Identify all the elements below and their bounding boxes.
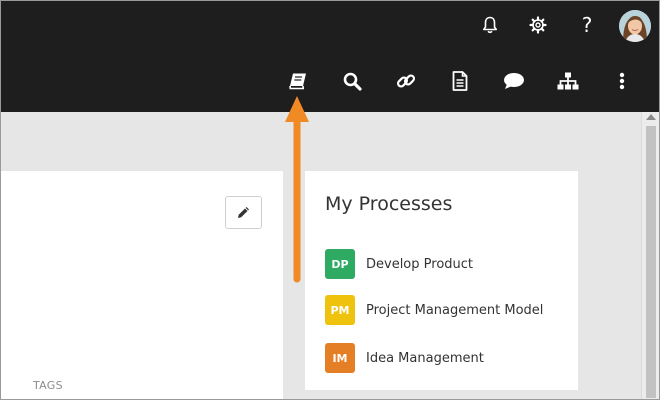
process-name: Develop Product [366,256,474,272]
bell-icon[interactable] [480,15,500,35]
document-icon[interactable] [449,69,471,93]
process-badge: IM [325,343,355,373]
tags-label: TAGS [33,379,63,392]
processes-title: My Processes [325,193,453,215]
vertical-scrollbar[interactable] [641,112,660,400]
edit-button[interactable] [225,196,262,229]
process-badge: DP [325,249,355,279]
hierarchy-icon[interactable] [556,70,580,92]
highlight-arrow-icon [285,96,309,283]
scroll-up-arrow-icon[interactable] [646,114,656,120]
my-processes-card: My Processes DP Develop Product PM Proje… [305,171,578,390]
gear-icon[interactable] [528,15,548,35]
process-item-idea-management[interactable]: IM Idea Management [325,343,484,373]
user-avatar[interactable] [619,10,651,42]
process-item-project-management-model[interactable]: PM Project Management Model [325,295,543,325]
book-icon[interactable] [286,70,310,92]
scroll-thumb[interactable] [646,126,656,398]
process-item-develop-product[interactable]: DP Develop Product [325,249,473,279]
search-icon[interactable] [341,70,363,92]
process-name: Idea Management [366,350,484,366]
process-badge: PM [325,295,355,325]
comment-icon[interactable] [502,70,526,92]
more-icon[interactable] [612,70,632,92]
help-icon[interactable]: ? [577,15,597,35]
top-navigation-bar: ? [0,0,660,112]
link-icon[interactable] [395,70,417,92]
pencil-icon [238,207,249,218]
process-name: Project Management Model [366,302,544,318]
